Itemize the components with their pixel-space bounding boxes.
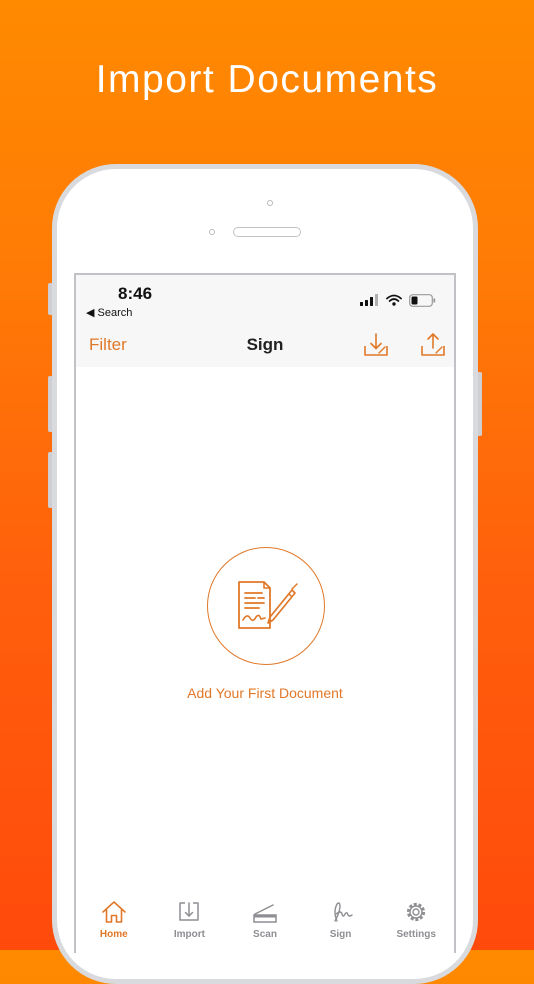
proximity-sensor [209,229,215,235]
add-document-button[interactable] [207,547,325,665]
filter-button[interactable]: Filter [89,335,127,355]
tab-settings-label: Settings [396,929,436,940]
gear-icon [407,902,426,922]
home-icon [101,901,126,923]
tab-sign-label: Sign [329,929,352,940]
tab-scan[interactable]: Scan [227,893,303,953]
signature-icon [333,902,353,922]
navigation-bar: Filter Sign [76,325,454,367]
page-title: Sign [246,335,284,354]
import-icon [179,902,200,921]
empty-state-label[interactable]: Add Your First Document [76,685,454,701]
wifi-icon [386,294,402,306]
tab-import-label: Import [173,929,205,940]
document-sign-icon [237,580,298,629]
status-time: 8:46 [118,284,153,303]
scan-icon [253,904,277,923]
battery-icon [409,293,436,307]
tab-home-label: Home [99,929,128,940]
status-bar: 8:46 ◀ Search [76,275,454,325]
upload-icon[interactable] [419,331,447,359]
earpiece-speaker [233,227,301,237]
tab-import[interactable]: Import [152,893,228,953]
tab-scan-label: Scan [253,929,277,940]
tab-home[interactable]: Home [76,893,152,953]
cellular-signal-icon [360,294,378,306]
status-icons [360,293,436,307]
front-camera [267,200,273,206]
tab-sign[interactable]: Sign [303,893,379,953]
download-icon[interactable] [362,331,390,359]
app-screen: 8:46 ◀ Search Filter Sign Add Your First… [74,273,456,953]
tab-bar: Home Import Scan Sign Settings [76,893,454,953]
headline: Import Documents [95,58,439,101]
tab-settings[interactable]: Settings [378,893,454,953]
back-to-search-link[interactable]: ◀ Search [86,306,132,319]
